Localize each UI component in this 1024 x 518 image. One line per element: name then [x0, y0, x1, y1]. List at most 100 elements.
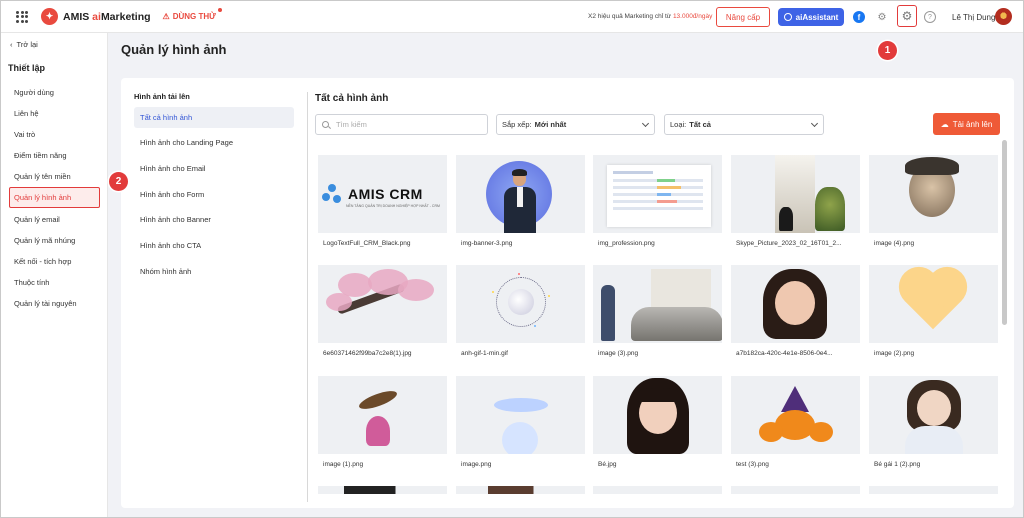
page-title: Quản lý hình ảnh	[121, 42, 227, 57]
image-tile[interactable]: image (4).png	[869, 155, 998, 247]
image-thumbnail[interactable]	[869, 376, 998, 454]
sidebar-item-resources[interactable]: Quản lý tài nguyên	[14, 299, 77, 308]
panel-divider	[307, 92, 308, 502]
image-thumbnail[interactable]	[869, 265, 998, 343]
ai-assistant-button[interactable]: aiAssistant	[778, 8, 844, 26]
image-tile[interactable]: img_profession.png	[593, 155, 722, 247]
brand-name-ai: ai	[92, 10, 101, 23]
image-name: image (3).png	[598, 350, 639, 357]
image-tile[interactable]: image (2).png	[869, 265, 998, 357]
image-thumbnail[interactable]	[593, 376, 722, 454]
category-landing-page[interactable]: Hình ảnh cho Landing Page	[140, 138, 233, 147]
sort-select[interactable]: Sắp xếp: Mới nhất	[496, 114, 655, 135]
brand-mark-icon: ✦	[41, 8, 58, 25]
sidebar-title: Thiết lập	[8, 63, 46, 73]
category-all-images[interactable]: Tất cả hình ảnh	[134, 107, 294, 128]
settings-gear-icon[interactable]: ⚙	[897, 5, 917, 27]
image-thumbnail[interactable]	[869, 486, 998, 494]
category-title: Hình ảnh tải lên	[134, 92, 190, 101]
image-name: img_profession.png	[598, 240, 655, 247]
trial-badge[interactable]: ⚠ DÙNG THỬ	[163, 8, 222, 21]
image-thumbnail[interactable]	[593, 265, 722, 343]
apps-grid-icon[interactable]	[16, 10, 28, 23]
back-link[interactable]: ‹ Trở lại	[10, 40, 38, 49]
chevron-down-icon	[810, 119, 819, 128]
image-thumbnail[interactable]	[318, 486, 447, 494]
brand-name-suffix: Marketing	[100, 10, 151, 23]
image-tile[interactable]: image.png	[456, 376, 585, 468]
upload-image-button[interactable]: ☁ Tải ảnh lên	[933, 113, 1000, 135]
search-input[interactable]: Tìm kiếm	[315, 114, 488, 135]
search-placeholder: Tìm kiếm	[336, 120, 367, 129]
image-tile[interactable]: test (3).png	[731, 376, 860, 468]
image-tile[interactable]: image (3).png	[593, 265, 722, 357]
callout-1: 1	[878, 41, 897, 60]
gallery-scrollbar[interactable]	[1002, 140, 1007, 325]
image-thumbnail[interactable]	[593, 155, 722, 233]
image-thumbnail[interactable]: AMIS CRM NỀN TẢNG QUẢN TRỊ DOANH NGHIỆP …	[318, 155, 447, 233]
image-tile[interactable]: Skype_Picture_2023_02_16T01_2...	[731, 155, 860, 247]
image-name: Bé.jpg	[598, 461, 617, 468]
notification-icon[interactable]: ⚙	[876, 11, 888, 23]
sidebar-item-embed-codes[interactable]: Quản lý mã nhúng	[14, 236, 75, 245]
image-tile[interactable]: Bé gái 1 (2).png	[869, 376, 998, 468]
image-tile[interactable]: anh-gif-1-min.gif	[456, 265, 585, 357]
sort-label: Sắp xếp:	[502, 120, 532, 129]
image-thumbnail[interactable]	[731, 486, 860, 494]
back-label: Trở lại	[16, 40, 38, 49]
sidebar-item-users[interactable]: Người dùng	[14, 88, 54, 97]
image-thumbnail[interactable]	[456, 376, 585, 454]
image-tile[interactable]	[593, 486, 722, 494]
image-name: img-banner-3.png	[461, 240, 513, 247]
image-tile[interactable]: image (1).png	[318, 376, 447, 468]
upgrade-button[interactable]: Nâng cấp	[716, 7, 770, 27]
brand-logo[interactable]: ✦ AMIS aiMarketing	[41, 8, 151, 25]
category-email[interactable]: Hình ảnh cho Email	[140, 164, 205, 173]
image-tile[interactable]: img-banner-3.png	[456, 155, 585, 247]
category-form[interactable]: Hình ảnh cho Form	[140, 190, 204, 199]
image-thumbnail[interactable]	[731, 376, 860, 454]
category-banner[interactable]: Hình ảnh cho Banner	[140, 215, 211, 224]
sidebar-item-images[interactable]: Quản lý hình ảnh	[9, 187, 100, 208]
image-tile[interactable]	[318, 486, 447, 494]
promo-message: X2 hiệu quả Marketing chỉ từ	[588, 13, 673, 20]
image-tile[interactable]: a7b182ca-420c-4e1e-8506-0e4...	[731, 265, 860, 357]
facebook-icon[interactable]: f	[853, 11, 865, 23]
sidebar-item-domains[interactable]: Quản lý tên miền	[14, 172, 71, 181]
type-select[interactable]: Loại: Tất cả	[664, 114, 824, 135]
image-thumbnail[interactable]	[318, 376, 447, 454]
image-tile[interactable]: AMIS CRM NỀN TẢNG QUẢN TRỊ DOANH NGHIỆP …	[318, 155, 447, 247]
trial-dot	[217, 8, 222, 12]
image-tile[interactable]: Bé.jpg	[593, 376, 722, 468]
image-thumbnail[interactable]	[869, 155, 998, 233]
sidebar-item-integrations[interactable]: Kết nối - tích hợp	[14, 257, 71, 266]
image-thumbnail[interactable]	[731, 265, 860, 343]
category-image-groups[interactable]: Nhóm hình ảnh	[140, 267, 191, 276]
image-tile[interactable]	[731, 486, 860, 494]
help-icon[interactable]: ?	[924, 11, 936, 23]
ai-assistant-label: aiAssistant	[795, 12, 839, 22]
sidebar-item-lead-score[interactable]: Điểm tiềm năng	[14, 151, 67, 160]
category-cta[interactable]: Hình ảnh cho CTA	[140, 241, 201, 250]
image-name: image (4).png	[874, 240, 915, 247]
sidebar-item-roles[interactable]: Vai trò	[14, 130, 35, 139]
image-thumbnail[interactable]	[456, 155, 585, 233]
sidebar-item-email[interactable]: Quản lý email	[14, 215, 60, 224]
content-card: Hình ảnh tải lên Tất cả hình ảnh Hình ản…	[121, 78, 1014, 508]
image-thumbnail[interactable]	[456, 265, 585, 343]
image-thumbnail[interactable]	[456, 486, 585, 494]
image-thumbnail[interactable]	[318, 265, 447, 343]
type-label: Loại:	[670, 120, 687, 129]
settings-sidebar: ‹ Trở lại Thiết lập Người dùng Liên hệ V…	[1, 33, 108, 517]
avatar[interactable]	[995, 8, 1012, 25]
image-thumbnail[interactable]	[731, 155, 860, 233]
user-name[interactable]: Lê Thị Dung	[952, 13, 995, 22]
sidebar-item-attributes[interactable]: Thuộc tính	[14, 278, 49, 287]
image-thumbnail[interactable]	[593, 486, 722, 494]
image-tile[interactable]: 6e60371462f99ba7c2e8(1).jpg	[318, 265, 447, 357]
sidebar-item-contacts[interactable]: Liên hệ	[14, 109, 39, 118]
image-tile[interactable]	[456, 486, 585, 494]
app-window: ✦ AMIS aiMarketing ⚠ DÙNG THỬ X2 hiệu qu…	[0, 0, 1024, 518]
trial-label: DÙNG THỬ	[172, 12, 216, 21]
image-tile[interactable]	[869, 486, 998, 494]
